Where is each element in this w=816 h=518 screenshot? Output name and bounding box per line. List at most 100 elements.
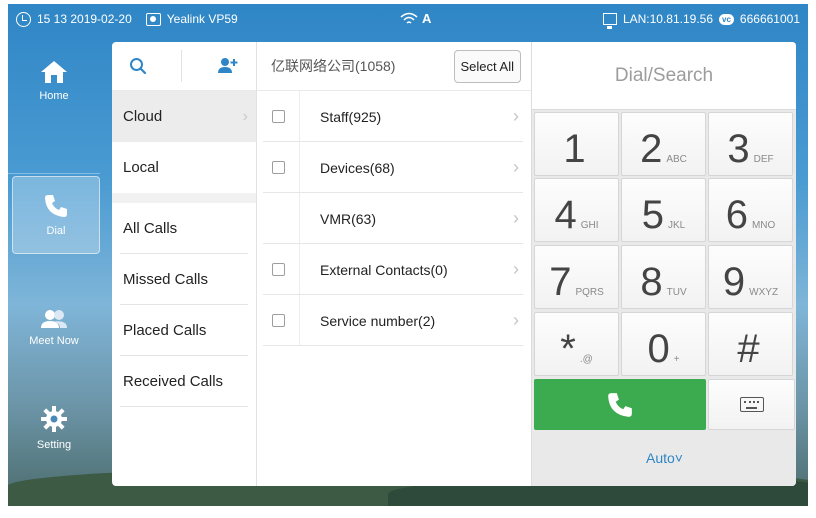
video-account-icon: vc (719, 13, 734, 25)
category-local[interactable]: Local (112, 142, 256, 193)
key-digit: # (737, 327, 760, 371)
keyboard-button[interactable] (708, 379, 795, 430)
phone-icon (608, 392, 632, 417)
row-label: Service number(2) (320, 312, 436, 329)
key-digit: 5 (641, 193, 664, 237)
key-letters: + (673, 354, 680, 365)
dialpad-key-9[interactable]: 9 WXYZ (708, 245, 793, 309)
auto-mode-dropdown[interactable]: Auto˅ (532, 440, 796, 476)
row-checkbox[interactable] (271, 110, 285, 123)
directory-row-vmr[interactable]: VMR(63) › (257, 193, 531, 244)
directory-row-staff[interactable]: Staff(925) › (257, 91, 531, 142)
key-letters: DEF (753, 154, 774, 165)
people-icon (41, 310, 67, 328)
key-digit: 4 (554, 193, 577, 237)
category-missed-calls[interactable]: Missed Calls (112, 254, 256, 305)
dialpad: Dial/Search 1 2 ABC 3 DEF 4 GHI 5 JKL 6 MNO 7 PQRS 8 T… (531, 42, 796, 486)
home-icon (41, 61, 67, 83)
nav-label: Setting (36, 439, 72, 451)
key-digit: 7 (549, 260, 572, 304)
font-size-icon[interactable]: A (422, 11, 431, 26)
key-digit: 0 (647, 327, 670, 371)
category-received-calls[interactable]: Received Calls (112, 356, 256, 407)
add-contact-icon[interactable] (217, 57, 239, 75)
key-digit: 6 (725, 193, 748, 237)
chevron-right-icon: › (513, 310, 519, 330)
directory-list: 亿联网络公司(1058) Select All Staff(925) › Dev… (257, 42, 531, 486)
dial-search-input[interactable]: Dial/Search (532, 42, 796, 110)
directory-row-service-number[interactable]: Service number(2) › (257, 295, 531, 346)
key-letters: .@ (579, 354, 593, 365)
chevron-right-icon: › (513, 259, 519, 279)
chevron-right-icon: › (513, 106, 519, 126)
call-button[interactable] (534, 379, 706, 430)
dialpad-key-1[interactable]: 1 (534, 112, 619, 176)
search-icon[interactable] (129, 57, 147, 75)
nav-meet-now[interactable]: Meet Now (8, 289, 100, 367)
device-model: Yealink VP59 (166, 12, 238, 26)
directory-title: 亿联网络公司(1058) (271, 58, 396, 74)
category-label: All Calls (123, 220, 178, 237)
category-label: Received Calls (123, 373, 224, 390)
select-all-button[interactable]: Select All (453, 50, 521, 83)
phone-icon (45, 195, 67, 217)
dialpad-key-0[interactable]: 0 + (621, 312, 706, 376)
row-label: Staff(925) (320, 108, 382, 125)
lan-icon (602, 13, 617, 29)
key-digit: 8 (640, 260, 663, 304)
category-list: Cloud › Local All Calls Missed Calls Pla… (112, 42, 257, 486)
dialpad-key-2[interactable]: 2 ABC (621, 112, 706, 176)
nav-setting[interactable]: Setting (8, 389, 100, 467)
nav-dial[interactable]: Dial (12, 176, 100, 254)
key-letters: WXYZ (749, 287, 779, 298)
row-checkbox[interactable] (271, 314, 285, 327)
directory-row-devices[interactable]: Devices(68) › (257, 142, 531, 193)
nav-home[interactable]: Home (8, 42, 100, 120)
chevron-right-icon: › (242, 107, 248, 125)
category-placed-calls[interactable]: Placed Calls (112, 305, 256, 356)
key-letters: GHI (580, 220, 599, 231)
dialpad-key-4[interactable]: 4 GHI (534, 178, 619, 242)
left-nav: Home Dial Meet Now Setting (8, 42, 100, 486)
row-label: Devices(68) (320, 159, 395, 176)
time-date: 15 13 2019-02-20 (37, 12, 132, 26)
dialpad-key-8[interactable]: 8 TUV (621, 245, 706, 309)
key-letters: TUV (666, 287, 687, 298)
contact-card-icon (145, 12, 161, 26)
nav-label: Home (39, 90, 69, 102)
key-letters: ABC (666, 154, 687, 165)
dialpad-key-star[interactable]: * .@ (534, 312, 619, 376)
account-number: 666661001 (739, 12, 800, 26)
key-digit: 1 (563, 127, 586, 171)
category-label: Cloud (123, 108, 163, 125)
dialpad-key-3[interactable]: 3 DEF (708, 112, 793, 176)
clock-icon (16, 11, 31, 27)
key-digit: 3 (727, 127, 750, 171)
category-label: Missed Calls (123, 271, 209, 288)
dialpad-key-7[interactable]: 7 PQRS (534, 245, 619, 309)
row-checkbox[interactable] (271, 161, 285, 174)
dial-panel: Cloud › Local All Calls Missed Calls Pla… (112, 42, 796, 486)
category-all-calls[interactable]: All Calls (112, 203, 256, 254)
row-checkbox[interactable] (271, 263, 285, 276)
dialpad-key-hash[interactable]: # (708, 312, 793, 376)
category-label: Placed Calls (123, 322, 207, 339)
row-label: VMR(63) (320, 210, 377, 227)
keyboard-icon (739, 397, 764, 412)
key-digit: 2 (640, 127, 663, 171)
gear-icon (41, 406, 67, 432)
dialpad-key-5[interactable]: 5 JKL (621, 178, 706, 242)
chevron-right-icon: › (513, 157, 519, 177)
nav-label: Dial (46, 225, 66, 237)
dialpad-key-6[interactable]: 6 MNO (708, 178, 793, 242)
key-letters: MNO (751, 220, 776, 231)
wifi-icon (400, 12, 418, 24)
category-label: Local (123, 159, 159, 176)
key-letters: JKL (668, 220, 686, 231)
category-cloud[interactable]: Cloud › (112, 91, 256, 142)
nav-label: Meet Now (29, 335, 79, 347)
key-digit: * (560, 327, 576, 371)
row-label: External Contacts(0) (320, 261, 448, 278)
directory-row-external-contacts[interactable]: External Contacts(0) › (257, 244, 531, 295)
lan-address: LAN:10.81.19.56 (622, 12, 714, 26)
